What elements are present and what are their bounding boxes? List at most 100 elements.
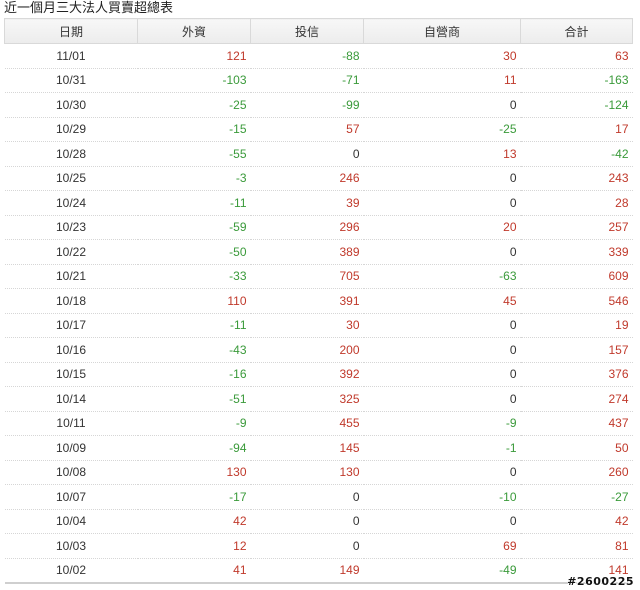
cell-trust: 39 [250,190,364,216]
cell-trust: 200 [250,337,364,363]
cell-trust: -71 [250,68,364,93]
header-total: 合計 [520,18,633,44]
cell-foreign: -15 [137,117,251,142]
cell-date: 10/07 [4,484,138,510]
table-row: 10/23 -59 296 20 257 [4,215,633,240]
table-row: 10/09 -94 145 -1 50 [4,435,633,461]
cell-dealer: 11 [363,68,521,93]
cell-trust: 0 [250,509,364,534]
cell-date: 10/23 [4,215,138,240]
cell-date: 10/17 [4,313,138,338]
cell-trust: 0 [250,533,364,559]
cell-dealer: 69 [363,533,521,559]
cell-dealer: -63 [363,264,521,289]
cell-foreign: 121 [137,43,251,69]
page-title: 近一個月三大法人買賣超總表 [4,1,174,16]
table-row: 10/18 110 391 45 546 [4,288,633,314]
table-body: 11/01 121 -88 30 63 10/31 -103 -71 11 -163 10/30 -2… [4,43,633,584]
header-date: 日期 [4,18,138,44]
cell-total: 260 [520,460,633,485]
cell-total: -27 [520,484,633,510]
table-row: 10/22 -50 389 0 339 [4,239,633,265]
table-row: 11/01 121 -88 30 63 [4,43,633,69]
cell-trust: 145 [250,435,364,461]
cell-foreign: -55 [137,141,251,167]
cell-total: 243 [520,166,633,191]
institutional-trading-table: 日期 外資 投信 自營商 合計 11/01 121 -88 30 63 10/31 -103… [4,18,633,584]
cell-foreign: -16 [137,362,251,387]
cell-total: -163 [520,68,633,93]
table-row: 10/08 130 130 0 260 [4,460,633,485]
cell-date: 11/01 [4,43,138,69]
cell-dealer: -1 [363,435,521,461]
table-row: 10/04 42 0 0 42 [4,509,633,534]
cell-total: -124 [520,92,633,118]
cell-foreign: -59 [137,215,251,240]
table-row: 10/30 -25 -99 0 -124 [4,92,633,118]
cell-foreign: -17 [137,484,251,510]
cell-trust: 392 [250,362,364,387]
cell-trust: 246 [250,166,364,191]
table-row: 10/14 -51 325 0 274 [4,386,633,412]
cell-dealer: 0 [363,386,521,412]
cell-trust: 325 [250,386,364,412]
cell-date: 10/24 [4,190,138,216]
cell-dealer: -10 [363,484,521,510]
cell-total: 274 [520,386,633,412]
cell-total: 50 [520,435,633,461]
cell-trust: 30 [250,313,364,338]
cell-foreign: -33 [137,264,251,289]
cell-total: 437 [520,411,633,436]
data-table: 日期 外資 投信 自營商 合計 11/01 121 -88 30 63 10/31 -103… [4,18,633,584]
table-row: 10/02 41 149 -49 141 [4,558,633,584]
table-header: 日期 外資 投信 自營商 合計 [4,18,633,44]
cell-total: 63 [520,43,633,69]
cell-dealer: -9 [363,411,521,436]
cell-foreign: -94 [137,435,251,461]
cell-dealer: 20 [363,215,521,240]
cell-trust: 455 [250,411,364,436]
cell-foreign: -103 [137,68,251,93]
table-row: 10/15 -16 392 0 376 [4,362,633,387]
cell-dealer: 13 [363,141,521,167]
cell-date: 10/03 [4,533,138,559]
cell-total: 81 [520,533,633,559]
header-trust: 投信 [250,18,364,44]
cell-date: 10/25 [4,166,138,191]
table-row: 10/31 -103 -71 11 -163 [4,68,633,93]
cell-total: 257 [520,215,633,240]
table-row: 10/07 -17 0 -10 -27 [4,484,633,510]
table-row: 10/17 -11 30 0 19 [4,313,633,338]
cell-foreign: 42 [137,509,251,534]
table-row: 10/29 -15 57 -25 17 [4,117,633,142]
cell-trust: 296 [250,215,364,240]
cell-date: 10/31 [4,68,138,93]
cell-foreign: -51 [137,386,251,412]
cell-total: 376 [520,362,633,387]
header-dealer: 自營商 [363,18,521,44]
cell-foreign: -9 [137,411,251,436]
cell-foreign: 12 [137,533,251,559]
cell-total: 17 [520,117,633,142]
cell-foreign: -11 [137,313,251,338]
cell-dealer: 0 [363,92,521,118]
cell-foreign: 41 [137,558,251,584]
cell-dealer: 0 [363,509,521,534]
cell-date: 10/14 [4,386,138,412]
cell-dealer: 45 [363,288,521,314]
cell-total: 19 [520,313,633,338]
cell-date: 10/16 [4,337,138,363]
cell-date: 10/22 [4,239,138,265]
cell-date: 10/30 [4,92,138,118]
cell-dealer: 0 [363,166,521,191]
cell-foreign: 130 [137,460,251,485]
cell-trust: -88 [250,43,364,69]
cell-dealer: 0 [363,239,521,265]
cell-foreign: 110 [137,288,251,314]
cell-date: 10/28 [4,141,138,167]
watermark-id: #2600225 [567,575,634,588]
cell-dealer: -49 [363,558,521,584]
cell-total: 28 [520,190,633,216]
cell-date: 10/08 [4,460,138,485]
cell-dealer: 0 [363,337,521,363]
